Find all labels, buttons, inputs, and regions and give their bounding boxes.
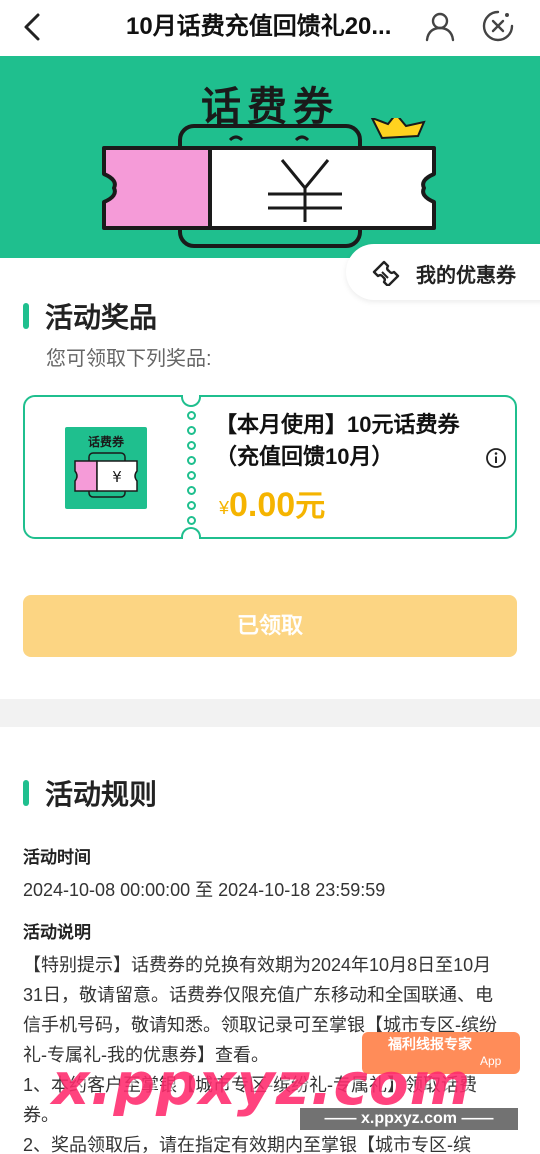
- prize-thumbnail: 话费券 ¥: [65, 427, 147, 509]
- prize-name: 【本月使用】10元话费券（充值回馈10月）: [215, 412, 460, 469]
- section-divider: [0, 699, 540, 727]
- currency-symbol: ¥: [219, 498, 230, 518]
- user-icon[interactable]: [424, 10, 456, 42]
- prize-card[interactable]: 话费券 ¥ 【本月使用】10元话费券（充值回馈10月） ¥0.00元: [23, 395, 517, 539]
- desc-paragraph: 【特别提示】话费券的兑换有效期为2024年10月8日至10月31日，敬请留意。话…: [23, 955, 497, 1065]
- activity-time-value: 2024-10-08 00:00:00 至 2024-10-18 23:59:5…: [23, 880, 386, 900]
- top-bar: 10月话费充值回馈礼20...: [0, 0, 540, 56]
- activity-description: 【特别提示】话费券的兑换有效期为2024年10月8日至10月31日，敬请留意。话…: [23, 950, 503, 1154]
- back-arrow-icon[interactable]: [18, 12, 48, 42]
- info-icon[interactable]: [485, 447, 507, 469]
- desc-paragraph: 2、奖品领取后，请在指定有效期内至掌银【城市专区-缤: [23, 1135, 472, 1154]
- rules-section-header: 活动规则: [23, 773, 157, 813]
- price-value: 0.00: [229, 486, 296, 524]
- thumbnail-title: 话费券: [87, 435, 124, 449]
- rules-section-title: 活动规则: [45, 779, 158, 810]
- card-notch-top: [181, 395, 201, 407]
- section-accent-bar: [23, 780, 29, 806]
- section-accent-bar: [23, 303, 29, 329]
- mini-coupon-icon: ¥: [74, 452, 138, 498]
- activity-time-label: 活动时间: [23, 848, 91, 867]
- coupon-ticket-icon: [372, 260, 400, 286]
- hero-banner: 话费券: [0, 56, 540, 258]
- prizes-subtitle: 您可领取下列奖品:: [46, 348, 212, 370]
- prize-price: ¥0.00元: [219, 481, 325, 525]
- coupon-phone-illustration: [102, 118, 436, 248]
- prizes-section-header: 活动奖品: [23, 296, 157, 336]
- activity-desc-label: 活动说明: [23, 923, 91, 942]
- perforation-dots: [185, 411, 197, 525]
- card-notch-bottom: [181, 527, 201, 539]
- price-unit: 元: [295, 490, 326, 523]
- page-title: 10月话费充值回馈礼20...: [126, 13, 392, 40]
- close-circle-icon[interactable]: [482, 10, 514, 42]
- claimed-button[interactable]: 已领取: [23, 595, 517, 657]
- svg-text:¥: ¥: [112, 468, 122, 486]
- desc-paragraph: 1、本约客户至掌银【城市专区-缤纷礼-专属礼】领取话费券。: [23, 1075, 477, 1125]
- my-coupons-label: 我的优惠券: [416, 265, 516, 287]
- my-coupons-button[interactable]: 我的优惠券: [346, 244, 540, 300]
- prizes-section-title: 活动奖品: [45, 302, 158, 333]
